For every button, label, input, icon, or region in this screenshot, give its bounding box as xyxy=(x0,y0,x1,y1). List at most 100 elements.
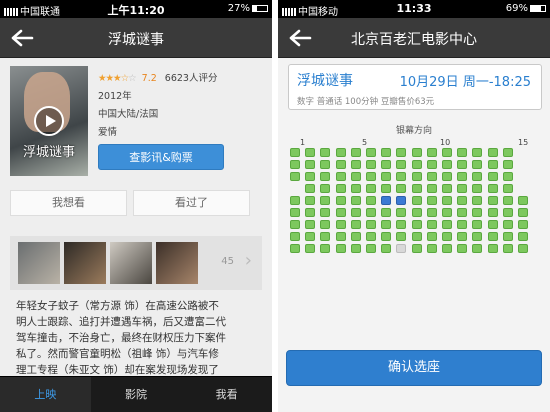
seat[interactable] xyxy=(320,196,331,205)
still-image[interactable] xyxy=(18,242,60,284)
seat[interactable] xyxy=(457,232,468,241)
seat[interactable] xyxy=(290,172,300,181)
seat[interactable] xyxy=(396,196,407,205)
seat[interactable] xyxy=(502,196,513,205)
seat[interactable] xyxy=(502,232,513,241)
seat[interactable] xyxy=(442,184,452,193)
seat[interactable] xyxy=(305,184,316,193)
seat[interactable] xyxy=(381,160,392,169)
seat[interactable] xyxy=(381,196,392,205)
seat[interactable] xyxy=(426,184,437,193)
seat[interactable] xyxy=(411,184,422,193)
seat[interactable] xyxy=(366,172,376,181)
seat[interactable] xyxy=(426,160,437,169)
seat[interactable] xyxy=(396,244,407,253)
seat[interactable] xyxy=(502,208,513,217)
seat[interactable] xyxy=(381,148,392,157)
seat[interactable] xyxy=(396,232,407,241)
seat[interactable] xyxy=(457,244,468,253)
seat[interactable] xyxy=(518,232,528,241)
seat[interactable] xyxy=(487,148,498,157)
seat[interactable] xyxy=(502,172,513,181)
seat[interactable] xyxy=(411,244,422,253)
seat[interactable] xyxy=(472,232,483,241)
seat[interactable] xyxy=(472,220,483,229)
seat[interactable] xyxy=(381,232,392,241)
seat[interactable] xyxy=(472,172,483,181)
seat[interactable] xyxy=(381,208,392,217)
seat[interactable] xyxy=(487,160,498,169)
seat[interactable] xyxy=(396,172,407,181)
seat[interactable] xyxy=(426,232,437,241)
tab-cinemas[interactable]: 影院 xyxy=(91,377,182,412)
seat[interactable] xyxy=(487,184,498,193)
seat[interactable] xyxy=(426,172,437,181)
tab-my-movies[interactable]: 我看 xyxy=(181,377,272,412)
seat[interactable] xyxy=(426,208,437,217)
seat[interactable] xyxy=(366,220,376,229)
seat[interactable] xyxy=(290,208,300,217)
seat[interactable] xyxy=(426,220,437,229)
seat[interactable] xyxy=(442,208,452,217)
seat[interactable] xyxy=(396,148,407,157)
seat[interactable] xyxy=(350,232,361,241)
seat[interactable] xyxy=(366,244,376,253)
seat[interactable] xyxy=(457,196,468,205)
seat[interactable] xyxy=(350,220,361,229)
seat[interactable] xyxy=(290,148,300,157)
seat[interactable] xyxy=(426,196,437,205)
seat[interactable] xyxy=(335,172,346,181)
seat[interactable] xyxy=(335,184,346,193)
seat[interactable] xyxy=(396,220,407,229)
seat[interactable] xyxy=(502,244,513,253)
seat[interactable] xyxy=(502,148,513,157)
seat[interactable] xyxy=(442,148,452,157)
seat[interactable] xyxy=(366,232,376,241)
seat[interactable] xyxy=(411,172,422,181)
seat[interactable] xyxy=(426,148,437,157)
seat[interactable] xyxy=(442,172,452,181)
seat[interactable] xyxy=(518,244,528,253)
seat[interactable] xyxy=(335,232,346,241)
seat[interactable] xyxy=(335,196,346,205)
stills-strip[interactable]: 45 › xyxy=(10,236,262,290)
seat[interactable] xyxy=(305,160,316,169)
seat[interactable] xyxy=(350,184,361,193)
seat[interactable] xyxy=(381,184,392,193)
seat[interactable] xyxy=(502,160,513,169)
seat[interactable] xyxy=(472,184,483,193)
seat[interactable] xyxy=(290,160,300,169)
seat[interactable] xyxy=(472,196,483,205)
seat[interactable] xyxy=(457,148,468,157)
showtimes-buy-button[interactable]: 查影讯&购票 xyxy=(98,144,224,170)
seat[interactable] xyxy=(366,148,376,157)
seat[interactable] xyxy=(381,220,392,229)
seat[interactable] xyxy=(350,172,361,181)
seat[interactable] xyxy=(335,208,346,217)
seat[interactable] xyxy=(381,172,392,181)
seat[interactable] xyxy=(426,244,437,253)
seat[interactable] xyxy=(502,184,513,193)
seat[interactable] xyxy=(411,196,422,205)
chevron-right-icon[interactable]: › xyxy=(245,250,252,271)
seat[interactable] xyxy=(305,196,316,205)
seat[interactable] xyxy=(366,196,376,205)
seat[interactable] xyxy=(472,208,483,217)
seat[interactable] xyxy=(487,232,498,241)
still-image[interactable] xyxy=(110,242,152,284)
seat[interactable] xyxy=(411,208,422,217)
seat[interactable] xyxy=(335,148,346,157)
seat[interactable] xyxy=(305,220,316,229)
seat[interactable] xyxy=(305,172,316,181)
seat[interactable] xyxy=(472,244,483,253)
seat[interactable] xyxy=(335,244,346,253)
seat[interactable] xyxy=(305,244,316,253)
seat[interactable] xyxy=(457,220,468,229)
seat[interactable] xyxy=(487,220,498,229)
seat[interactable] xyxy=(411,148,422,157)
seat[interactable] xyxy=(350,160,361,169)
seat[interactable] xyxy=(366,160,376,169)
seat[interactable] xyxy=(396,184,407,193)
seat[interactable] xyxy=(411,160,422,169)
seat[interactable] xyxy=(320,160,331,169)
